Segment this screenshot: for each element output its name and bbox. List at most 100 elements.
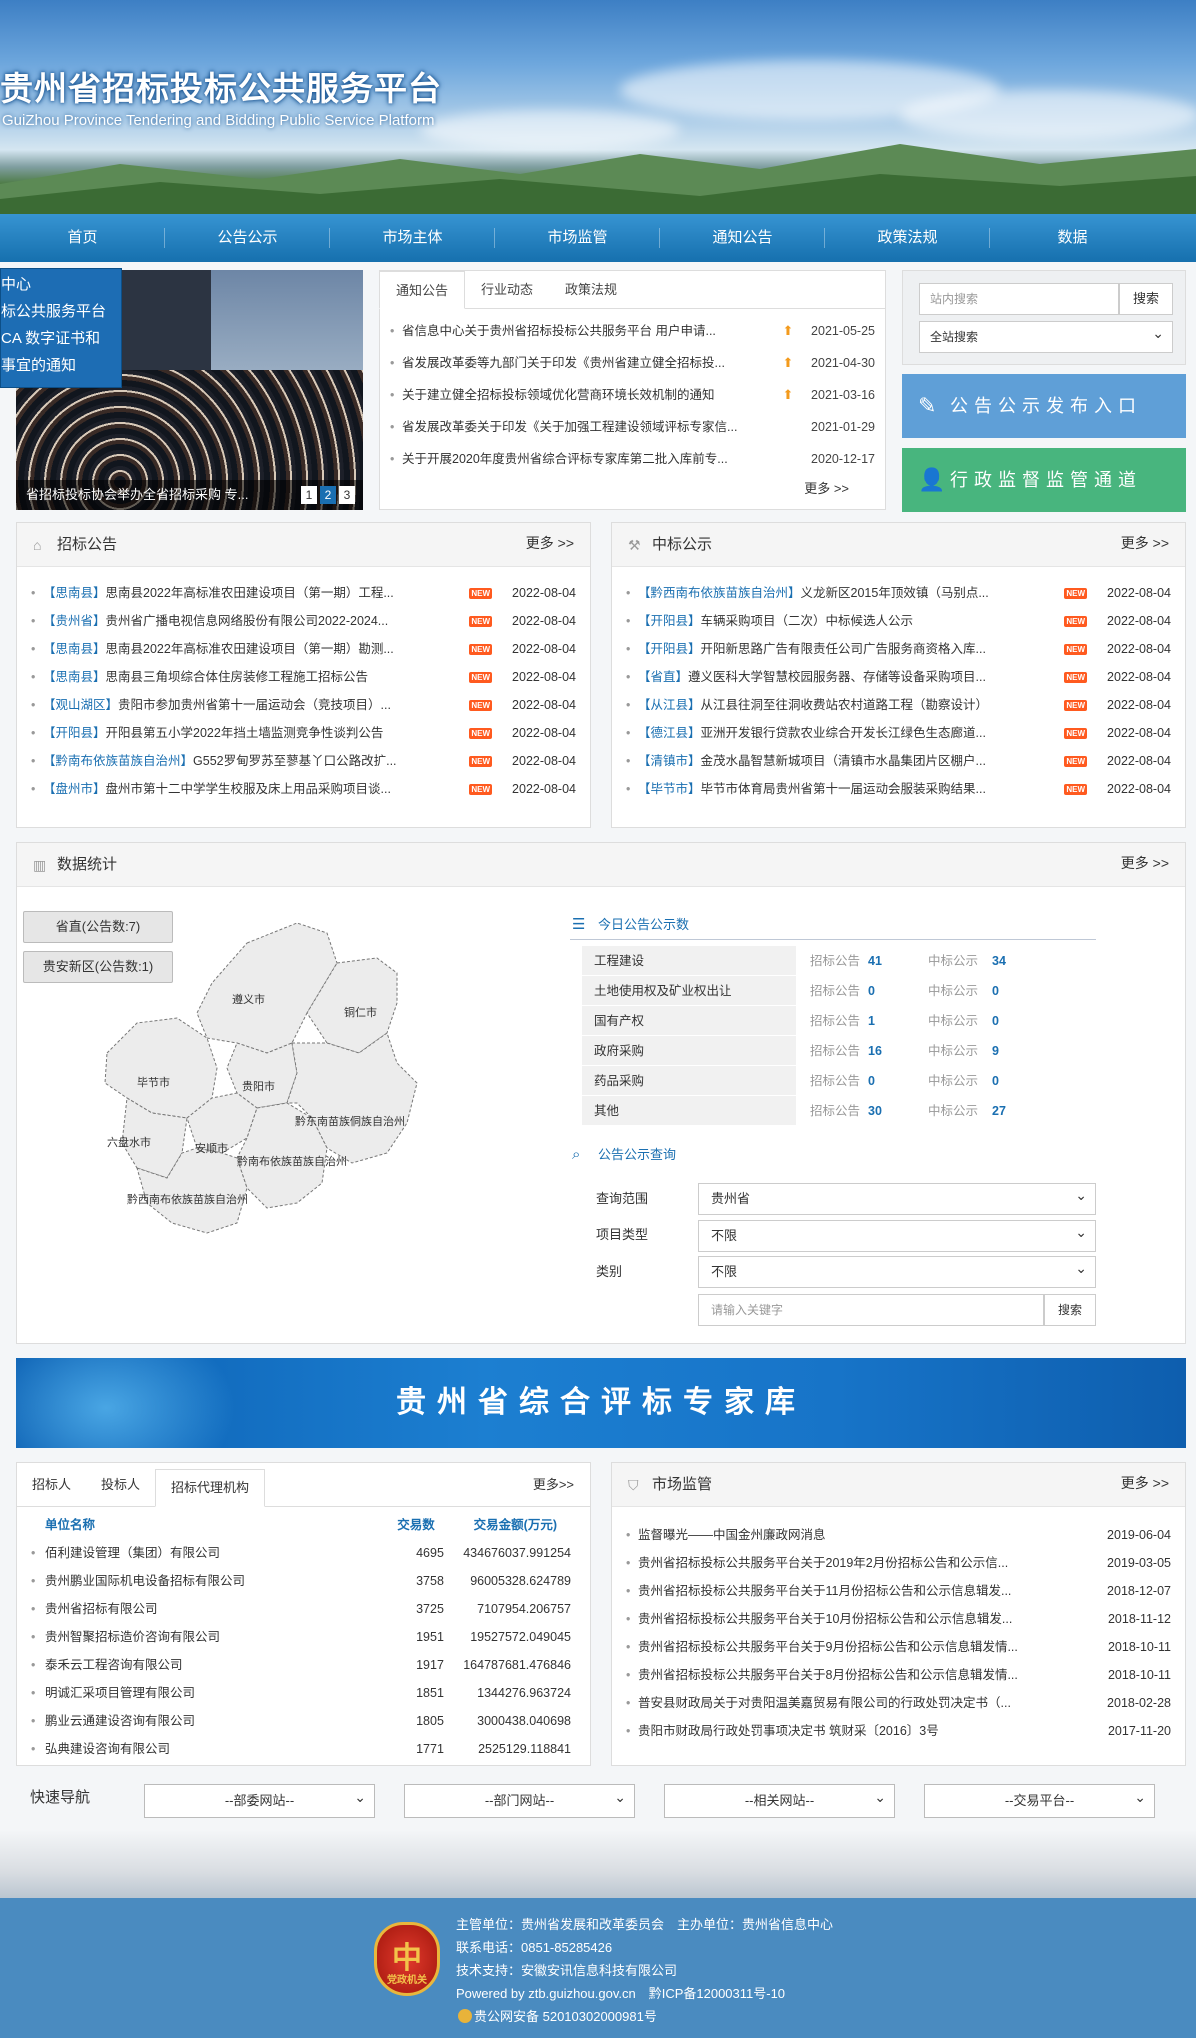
region-tag[interactable]: 【盘州市】 <box>43 775 106 803</box>
notice-item-title[interactable]: 省信息中心关于贵州省招标投标公共服务平台 用户申请... <box>402 315 779 347</box>
market-item-title[interactable]: 贵州省招标投标公共服务平台关于8月份招标公告和公示信息辑发情... <box>638 1661 1081 1689</box>
item-title[interactable]: 开阳县第五小学2022年挡土墙监测竞争性谈判公告 <box>106 719 468 747</box>
region-tag[interactable]: 【思南县】 <box>43 579 106 607</box>
stats-bid-count[interactable]: 0 <box>860 976 924 1006</box>
table-row[interactable]: • 佰利建设管理（集团）有限公司 4695 434676037.991254 <box>17 1539 590 1567</box>
region-tag[interactable]: 【省直】 <box>638 663 688 691</box>
query-scope-select[interactable]: 贵州省 <box>698 1180 1096 1215</box>
region-tag[interactable]: 【黔南布依族苗族自治州】 <box>43 747 193 775</box>
notice-item-title[interactable]: 省发展改革委等九部门关于印发《贵州省建立健全招标投... <box>402 347 779 379</box>
floating-notice[interactable]: 中心 标公共服务平台 CA 数字证书和 事宜的通知 <box>0 268 122 388</box>
notice-item[interactable]: • 省发展改革委等九部门关于印发《贵州省建立健全招标投... ⬆ 2021-04-30 <box>390 347 875 379</box>
stats-win-count[interactable]: 34 <box>988 946 1048 976</box>
item-title[interactable]: 贵州省广播电视信息网络股份有限公司2022-2024... <box>106 607 468 635</box>
tab-industry-news[interactable]: 行业动态 <box>465 271 549 308</box>
market-item[interactable]: • 贵州省招标投标公共服务平台关于2019年2月份招标公告和公示信... 2019-… <box>626 1549 1171 1577</box>
win-item[interactable]: • 【开阳县】 车辆采购项目（二次）中标候选人公示 NEW 2022-08-04 <box>626 607 1171 635</box>
agency-name[interactable]: 佰利建设管理（集团）有限公司 <box>45 1539 401 1567</box>
region-tag[interactable]: 【毕节市】 <box>638 775 701 803</box>
item-title[interactable]: 贵阳市参加贵州省第十一届运动会（竞技项目）... <box>118 691 467 719</box>
quick-nav-department-select[interactable]: --部门网站-- <box>404 1781 635 1818</box>
region-tag[interactable]: 【开阳县】 <box>638 607 701 635</box>
region-tag[interactable]: 【开阳县】 <box>638 635 701 663</box>
nav-notices[interactable]: 通知公告 <box>660 214 825 262</box>
bid-item[interactable]: • 【开阳县】 开阳县第五小学2022年挡土墙监测竞争性谈判公告 NEW 2022-08… <box>31 719 576 747</box>
market-item-title[interactable]: 监督曝光——中国金州廉政网消息 <box>638 1521 1081 1549</box>
region-tag[interactable]: 【思南县】 <box>43 663 106 691</box>
market-item[interactable]: • 贵州省招标投标公共服务平台关于9月份招标公告和公示信息辑发情... 2018-1… <box>626 1633 1171 1661</box>
market-item[interactable]: • 贵州省招标投标公共服务平台关于10月份招标公告和公示信息辑发... 2018-1… <box>626 1605 1171 1633</box>
notice-item-title[interactable]: 关于建立健全招标投标领域优化营商环境长效机制的通知 <box>402 379 779 411</box>
stats-win-count[interactable]: 27 <box>988 1096 1048 1126</box>
bid-item[interactable]: • 【思南县】 思南县三角坝综合体住房装修工程施工招标公告 NEW 2022-08-04 <box>31 663 576 691</box>
market-item-title[interactable]: 贵州省招标投标公共服务平台关于2019年2月份招标公告和公示信... <box>638 1549 1081 1577</box>
notice-item[interactable]: • 省发展改革委关于印发《关于加强工程建设领域评标专家信... 2021-01-29 <box>390 411 875 443</box>
stats-win-count[interactable]: 0 <box>988 1006 1048 1036</box>
item-title[interactable]: 思南县2022年高标准农田建设项目（第一期）工程... <box>106 579 468 607</box>
market-item[interactable]: • 贵州省招标投标公共服务平台关于8月份招标公告和公示信息辑发情... 2018-1… <box>626 1661 1171 1689</box>
query-category-select[interactable]: 不限 <box>698 1253 1096 1288</box>
market-item-title[interactable]: 普安县财政局关于对贵阳温美嘉贸易有限公司的行政处罚决定书（... <box>638 1689 1081 1717</box>
region-tag[interactable]: 【德江县】 <box>638 719 701 747</box>
quick-nav-related-select[interactable]: --相关网站-- <box>664 1781 895 1818</box>
market-more-link[interactable]: 更多 >> <box>1121 1463 1169 1503</box>
tab-tenderer[interactable]: 招标人 <box>17 1463 86 1506</box>
notice-item[interactable]: • 关于建立健全招标投标领域优化营商环境长效机制的通知 ⬆ 2021-03-16 <box>390 379 875 411</box>
table-row[interactable]: • 贵州鹏业国际机电设备招标有限公司 3758 96005328.624789 <box>17 1567 590 1595</box>
quick-nav-platform-select[interactable]: --交易平台-- <box>924 1781 1155 1818</box>
stats-win-count[interactable]: 9 <box>988 1036 1048 1066</box>
query-search-button[interactable]: 搜索 <box>1044 1294 1096 1326</box>
win-item[interactable]: • 【德江县】 亚洲开发银行贷款农业综合开发长江绿色生态廊道... NEW 2022-0… <box>626 719 1171 747</box>
item-title[interactable]: 亚洲开发银行贷款农业综合开发长江绿色生态廊道... <box>701 719 1063 747</box>
agency-name[interactable]: 贵州智聚招标造价咨询有限公司 <box>45 1623 401 1651</box>
market-item-title[interactable]: 贵阳市财政局行政处罚事项决定书 筑财采〔2016〕3号 <box>638 1717 1081 1745</box>
tab-agency[interactable]: 招标代理机构 <box>155 1469 266 1507</box>
stats-category[interactable]: 土地使用权及矿业权出让 <box>582 976 796 1006</box>
nav-market-supervision[interactable]: 市场监管 <box>495 214 660 262</box>
bid-item[interactable]: • 【思南县】 思南县2022年高标准农田建设项目（第一期）工程... NEW 2022… <box>31 579 576 607</box>
search-input[interactable]: 站内搜索 <box>919 283 1119 315</box>
nav-market-entities[interactable]: 市场主体 <box>330 214 495 262</box>
win-item[interactable]: • 【毕节市】 毕节市体育局贵州省第十一届运动会服装采购结果... NEW 2022-0… <box>626 775 1171 803</box>
supervision-channel-button[interactable]: 👤 行政监督监管通道 <box>902 448 1186 512</box>
win-more-link[interactable]: 更多 >> <box>1121 523 1169 563</box>
agency-name[interactable]: 泰禾云工程咨询有限公司 <box>45 1651 401 1679</box>
footer-police-record[interactable]: 贵公网安备 52010302000981号 <box>458 2006 657 2025</box>
publish-entry-button[interactable]: ✎ 公告公示发布入口 <box>902 374 1186 438</box>
agency-name[interactable]: 贵州省招标有限公司 <box>45 1595 401 1623</box>
government-emblem-icon[interactable]: 中 党政机关 <box>374 1922 440 1996</box>
stats-category[interactable]: 工程建设 <box>582 946 796 976</box>
table-row[interactable]: • 明诚汇采项目管理有限公司 1851 1344276.963724 <box>17 1679 590 1707</box>
carousel-dot[interactable]: 2 <box>320 486 336 504</box>
tab-bidder[interactable]: 投标人 <box>86 1463 155 1506</box>
stats-category[interactable]: 国有产权 <box>582 1006 796 1036</box>
notice-item[interactable]: • 省信息中心关于贵州省招标投标公共服务平台 用户申请... ⬆ 2021-05-25 <box>390 315 875 347</box>
notice-item[interactable]: • 关于开展2020年度贵州省综合评标专家库第二批入库前专... 2020-12-1… <box>390 443 875 475</box>
region-tag[interactable]: 【从江县】 <box>638 691 701 719</box>
bid-item[interactable]: • 【贵州省】 贵州省广播电视信息网络股份有限公司2022-2024... NEW 20… <box>31 607 576 635</box>
nav-home[interactable]: 首页 <box>0 214 165 262</box>
nav-data[interactable]: 数据 <box>990 214 1155 262</box>
expert-database-banner[interactable]: 贵州省综合评标专家库 <box>16 1358 1186 1448</box>
item-title[interactable]: 从江县往洞至往洞收费站农村道路工程（勘察设计） <box>701 691 1063 719</box>
market-item[interactable]: • 普安县财政局关于对贵阳温美嘉贸易有限公司的行政处罚决定书（... 2018-02… <box>626 1689 1171 1717</box>
item-title[interactable]: 思南县三角坝综合体住房装修工程施工招标公告 <box>106 663 468 691</box>
item-title[interactable]: 义龙新区2015年顶效镇（马别点... <box>801 579 1063 607</box>
market-item[interactable]: • 贵阳市财政局行政处罚事项决定书 筑财采〔2016〕3号 2017-11-20 <box>626 1717 1171 1745</box>
win-item[interactable]: • 【省直】 遵义医科大学智慧校园服务器、存储等设备采购项目... NEW 2022-0… <box>626 663 1171 691</box>
nav-policies[interactable]: 政策法规 <box>825 214 990 262</box>
stats-bid-count[interactable]: 30 <box>860 1096 924 1126</box>
query-keyword-input[interactable]: 请输入关键字 <box>698 1294 1044 1326</box>
table-row[interactable]: • 弘典建设咨询有限公司 1771 2525129.118841 <box>17 1735 590 1763</box>
bid-item[interactable]: • 【黔南布依族苗族自治州】 G552罗甸罗苏至蓼基丫口公路改扩... NEW 2022… <box>31 747 576 775</box>
region-tag[interactable]: 【开阳县】 <box>43 719 106 747</box>
item-title[interactable]: 车辆采购项目（二次）中标候选人公示 <box>701 607 1063 635</box>
table-row[interactable]: • 泰禾云工程咨询有限公司 1917 164787681.476846 <box>17 1651 590 1679</box>
win-item[interactable]: • 【开阳县】 开阳新思路广告有限责任公司广告服务商资格入库... NEW 2022-0… <box>626 635 1171 663</box>
agency-name[interactable]: 弘典建设咨询有限公司 <box>45 1735 401 1763</box>
win-item[interactable]: • 【从江县】 从江县往洞至往洞收费站农村道路工程（勘察设计） NEW 2022-08-… <box>626 691 1171 719</box>
win-item[interactable]: • 【清镇市】 金茂水晶智慧新城项目（清镇市水晶集团片区棚户... NEW 2022-0… <box>626 747 1171 775</box>
stats-bid-count[interactable]: 0 <box>860 1066 924 1096</box>
item-title[interactable]: 毕节市体育局贵州省第十一届运动会服装采购结果... <box>701 775 1063 803</box>
market-item-title[interactable]: 贵州省招标投标公共服务平台关于9月份招标公告和公示信息辑发情... <box>638 1633 1081 1661</box>
